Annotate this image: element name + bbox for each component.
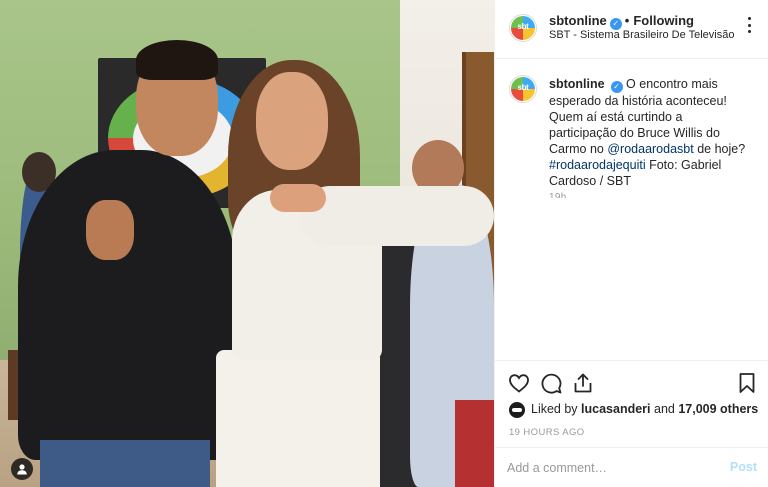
post-comment-button[interactable]: Post bbox=[730, 460, 757, 474]
caption-time: 19h bbox=[549, 192, 567, 198]
post-photo[interactable] bbox=[0, 0, 494, 487]
photo-man-hand bbox=[86, 200, 134, 260]
share-icon[interactable] bbox=[571, 371, 597, 397]
caption-text: sbtonline ✓ O encontro mais esperado da h… bbox=[549, 76, 749, 189]
photo-man-sweater bbox=[18, 150, 238, 460]
post-timestamp[interactable]: 19 HOURS AGO bbox=[509, 427, 585, 438]
caption-username[interactable]: sbtonline bbox=[549, 77, 605, 91]
following-button[interactable]: Following bbox=[633, 13, 694, 28]
verified-badge-icon: ✓ bbox=[610, 81, 623, 93]
post-header: sbt sbtonline ✓ • Following SBT - Sistema B… bbox=[495, 0, 768, 59]
likes-count-link[interactable]: 17,009 others bbox=[678, 402, 758, 416]
photo-man-hair bbox=[136, 40, 218, 80]
likes-middle: and bbox=[650, 402, 679, 416]
mention-link[interactable]: @rodaarodasbt bbox=[607, 142, 693, 156]
avatar[interactable]: sbt bbox=[509, 14, 537, 42]
hashtag-link[interactable]: #rodaarodajequiti bbox=[549, 158, 646, 172]
post-side-panel: sbt sbtonline ✓ • Following SBT - Sistema B… bbox=[494, 0, 768, 487]
tagged-users-button[interactable] bbox=[11, 458, 33, 480]
photo-red-chair bbox=[455, 400, 494, 487]
caption-area: sbt sbtonline ✓ O encontro mais esperado … bbox=[495, 60, 768, 360]
header-line: sbtonline ✓ • Following bbox=[549, 13, 694, 30]
more-options-icon[interactable] bbox=[741, 17, 757, 33]
likes-summary: Liked by lucasanderi and 17,009 others bbox=[509, 400, 759, 420]
likes-text: Liked by lucasanderi and 17,009 others bbox=[531, 402, 758, 416]
comment-input[interactable] bbox=[507, 458, 707, 478]
caption-body: de hoje? bbox=[693, 142, 746, 156]
location-link[interactable]: SBT - Sistema Brasileiro De Televisão bbox=[549, 29, 734, 41]
header-username[interactable]: sbtonline bbox=[549, 13, 607, 28]
avatar-text: sbt bbox=[517, 83, 529, 92]
comment-icon[interactable] bbox=[539, 371, 565, 397]
liker-avatar[interactable] bbox=[509, 402, 525, 418]
heart-icon[interactable] bbox=[507, 371, 533, 397]
dot-separator: • bbox=[624, 13, 630, 28]
avatar-text: sbt bbox=[517, 22, 529, 31]
caption-avatar[interactable]: sbt bbox=[509, 75, 537, 103]
likes-prefix: Liked by bbox=[531, 402, 582, 416]
photo-woman-hand bbox=[270, 184, 326, 212]
photo-woman-face bbox=[256, 72, 328, 170]
instagram-post: sbt sbtonline ✓ • Following SBT - Sistema B… bbox=[0, 0, 768, 487]
photo-woman-pants bbox=[216, 350, 380, 487]
user-icon bbox=[17, 464, 27, 475]
photo-man-jeans bbox=[40, 440, 210, 487]
bookmark-icon[interactable] bbox=[735, 371, 761, 397]
liker-username[interactable]: lucasanderi bbox=[581, 402, 650, 416]
comment-bar: Post bbox=[495, 447, 768, 487]
photo-woman-arm bbox=[300, 186, 494, 246]
